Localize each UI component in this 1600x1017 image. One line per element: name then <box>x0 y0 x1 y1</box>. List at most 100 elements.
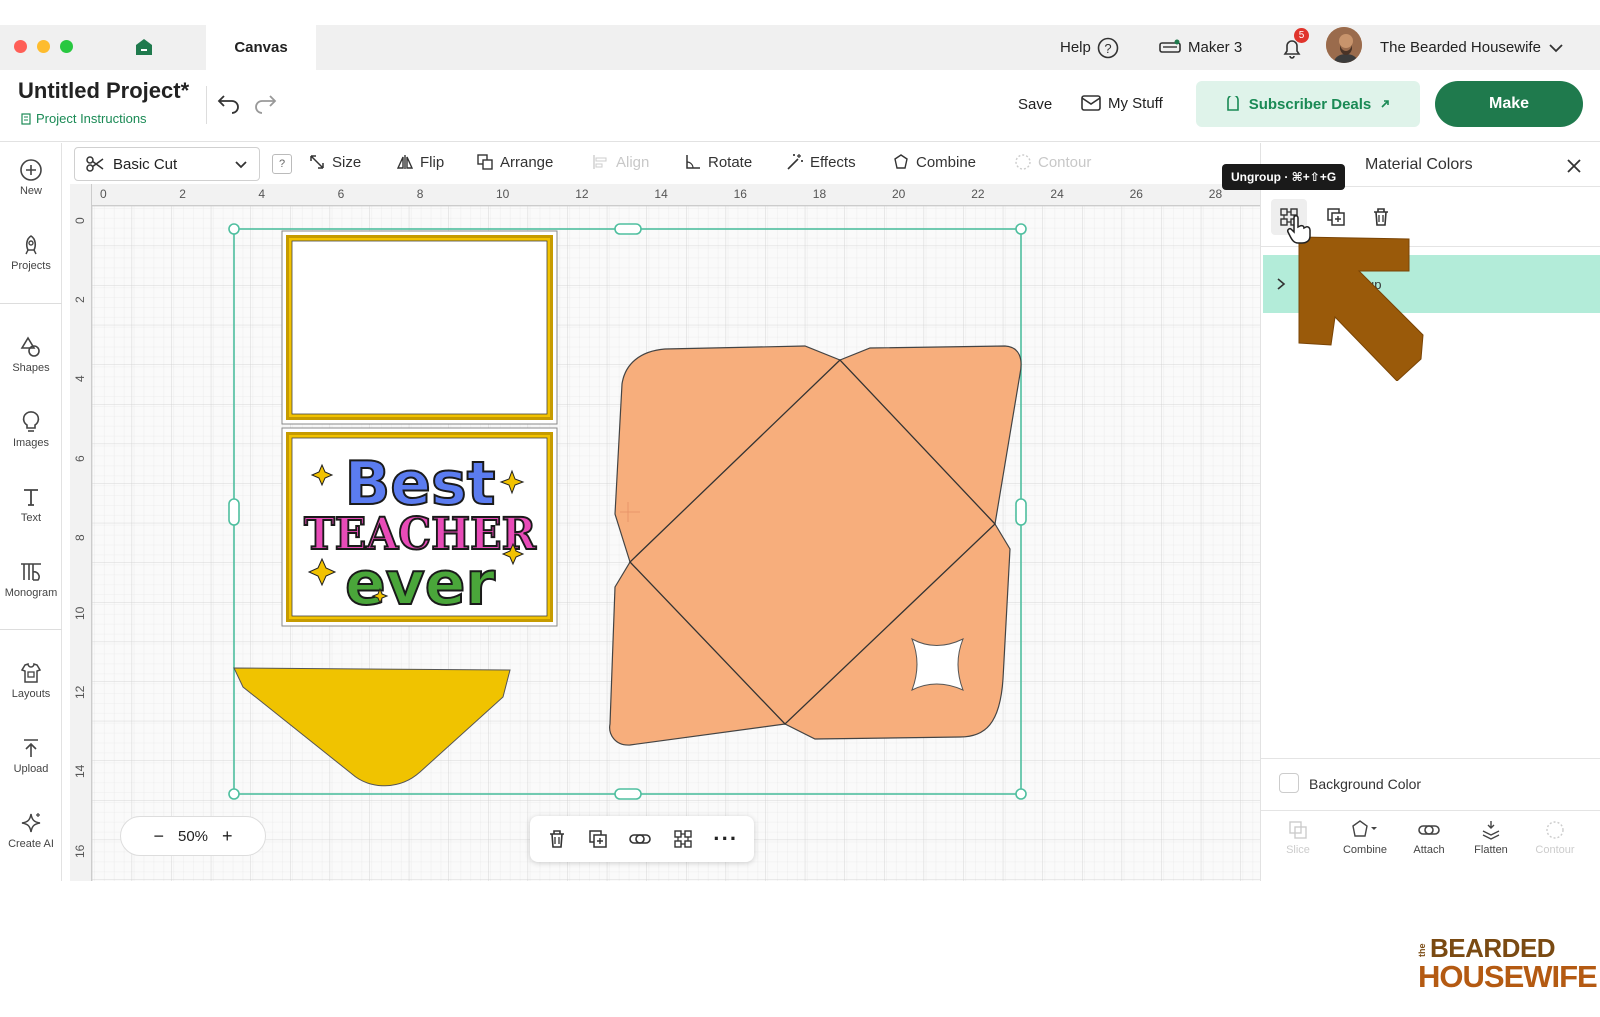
notifications-button[interactable]: 5 <box>1280 25 1309 70</box>
magic-wand-icon <box>787 154 803 170</box>
effects-button[interactable]: Effects <box>786 153 856 171</box>
zoom-in-button[interactable]: + <box>222 826 233 847</box>
divider <box>206 86 207 124</box>
nav-upload[interactable]: Upload <box>0 736 62 775</box>
make-button[interactable]: Make <box>1435 81 1583 127</box>
plus-circle-icon <box>20 159 42 181</box>
slice-button[interactable]: Slice <box>1273 819 1323 856</box>
help-button[interactable]: Help ? <box>1060 25 1119 70</box>
tab-material-colors[interactable]: Material Colors <box>1365 156 1473 174</box>
home-icon[interactable] <box>134 37 154 62</box>
text-icon <box>24 489 38 506</box>
machine-label: Maker 3 <box>1188 39 1243 56</box>
close-window-button[interactable] <box>14 40 27 53</box>
project-title[interactable]: Untitled Project* <box>18 78 189 104</box>
nav-monogram[interactable]: Monogram <box>0 560 62 599</box>
upload-icon <box>24 739 38 757</box>
undo-icon[interactable] <box>216 90 242 114</box>
nav-text[interactable]: Text <box>0 485 62 524</box>
duplicate-icon[interactable] <box>1325 206 1347 228</box>
flatten-panel-label: Flatten <box>1474 844 1508 856</box>
nav-shapes[interactable]: Shapes <box>0 335 62 374</box>
nav-new[interactable]: New <box>0 158 62 197</box>
project-header: Untitled Project* Project Instructions S… <box>0 70 1600 142</box>
bulb-icon <box>22 411 40 432</box>
nav-monogram-label: Monogram <box>4 587 58 599</box>
align-button[interactable]: Align <box>592 153 649 171</box>
more-icon[interactable]: ··· <box>713 828 738 850</box>
teacher-card[interactable]: Best TEACHER ever <box>281 427 558 627</box>
nav-images[interactable]: Images <box>0 410 62 449</box>
attach-icon <box>1418 825 1440 835</box>
combine-panel-button[interactable]: Combine <box>1337 819 1393 856</box>
divider <box>1261 758 1600 759</box>
help-label: Help <box>1060 39 1091 56</box>
subscriber-deals-label: Subscriber Deals <box>1248 95 1372 113</box>
my-stuff-label: My Stuff <box>1108 94 1163 112</box>
maximize-window-button[interactable] <box>60 40 73 53</box>
yellow-flap-shape[interactable] <box>233 667 511 787</box>
attach-panel-label: Attach <box>1413 844 1445 856</box>
machine-selector[interactable]: Maker 3 <box>1158 25 1242 70</box>
user-menu[interactable]: The Bearded Housewife <box>1380 25 1565 70</box>
operation-help-button[interactable]: ? <box>272 154 292 174</box>
attach-icon[interactable] <box>628 828 652 850</box>
nav-shapes-label: Shapes <box>12 362 50 374</box>
combine-button[interactable]: Combine <box>892 153 976 171</box>
nav-images-label: Images <box>12 437 50 449</box>
save-button[interactable]: Save <box>1018 96 1052 113</box>
contour-icon <box>1015 154 1031 170</box>
arrange-icon <box>477 154 493 170</box>
align-label: Align <box>616 153 650 171</box>
combine-icon <box>1352 820 1377 837</box>
subscriber-deals-button[interactable]: Subscriber Deals <box>1196 81 1420 127</box>
background-color-checkbox[interactable] <box>1279 773 1299 793</box>
shapes-icon <box>20 336 40 357</box>
contour-button[interactable]: Contour <box>1014 153 1091 171</box>
slice-icon <box>1289 821 1307 839</box>
duplicate-icon[interactable] <box>587 828 609 850</box>
mail-icon <box>1081 95 1101 111</box>
minimize-window-button[interactable] <box>37 40 50 53</box>
tab-canvas[interactable]: Canvas <box>206 25 316 70</box>
scissors-icon <box>86 156 104 172</box>
flip-button[interactable]: Flip <box>396 153 444 171</box>
redo-icon[interactable] <box>252 90 278 114</box>
blank-card[interactable] <box>281 230 558 425</box>
rotate-label: Rotate <box>708 153 753 171</box>
flatten-panel-button[interactable]: Flatten <box>1463 819 1519 856</box>
nav-divider <box>0 303 62 304</box>
nav-projects[interactable]: Projects <box>0 233 62 272</box>
star-cutout <box>911 637 964 692</box>
size-button[interactable]: Size <box>308 153 361 171</box>
chevron-right-icon[interactable] <box>1275 277 1287 291</box>
zoom-out-button[interactable]: − <box>153 826 164 847</box>
cricut-design-space-window: Canvas Help ? Maker 3 5 The Bearded Hous… <box>0 0 1600 1017</box>
window-controls <box>14 40 73 53</box>
floating-action-bar: ··· <box>530 816 754 862</box>
monogram-icon <box>21 563 41 581</box>
nav-divider <box>0 629 62 630</box>
close-icon[interactable] <box>1565 157 1583 175</box>
sparkle-icon <box>21 813 41 833</box>
attach-panel-button[interactable]: Attach <box>1401 819 1457 856</box>
trash-icon[interactable] <box>1370 206 1392 228</box>
operation-value: Basic Cut <box>113 155 178 173</box>
ungroup-icon[interactable] <box>672 828 694 850</box>
nav-layouts[interactable]: Layouts <box>0 661 62 700</box>
trash-icon[interactable] <box>546 828 568 850</box>
contour-label: Contour <box>1038 153 1092 171</box>
project-instructions-link[interactable]: Project Instructions <box>20 111 147 126</box>
operation-select[interactable]: Basic Cut <box>74 147 260 181</box>
nav-new-label: New <box>19 185 42 197</box>
avatar[interactable] <box>1326 27 1362 63</box>
design-canvas[interactable]: 0 2 4 6 8 10 12 14 16 18 20 22 24 26 28 0 2 4 6 8 10 12 14 16 … <box>70 184 1260 881</box>
arrange-button[interactable]: Arrange <box>476 153 553 171</box>
edit-toolbar: Basic Cut ? Size Flip Arrange Align Rota… <box>70 145 1260 181</box>
slice-label: Slice <box>1286 844 1310 856</box>
nav-create-ai[interactable]: Create AI <box>0 811 62 850</box>
rotate-button[interactable]: Rotate <box>684 153 752 171</box>
contour-panel-button[interactable]: Contour <box>1527 819 1583 856</box>
envelope-shape[interactable] <box>609 345 1022 746</box>
my-stuff-button[interactable]: My Stuff <box>1080 94 1163 112</box>
